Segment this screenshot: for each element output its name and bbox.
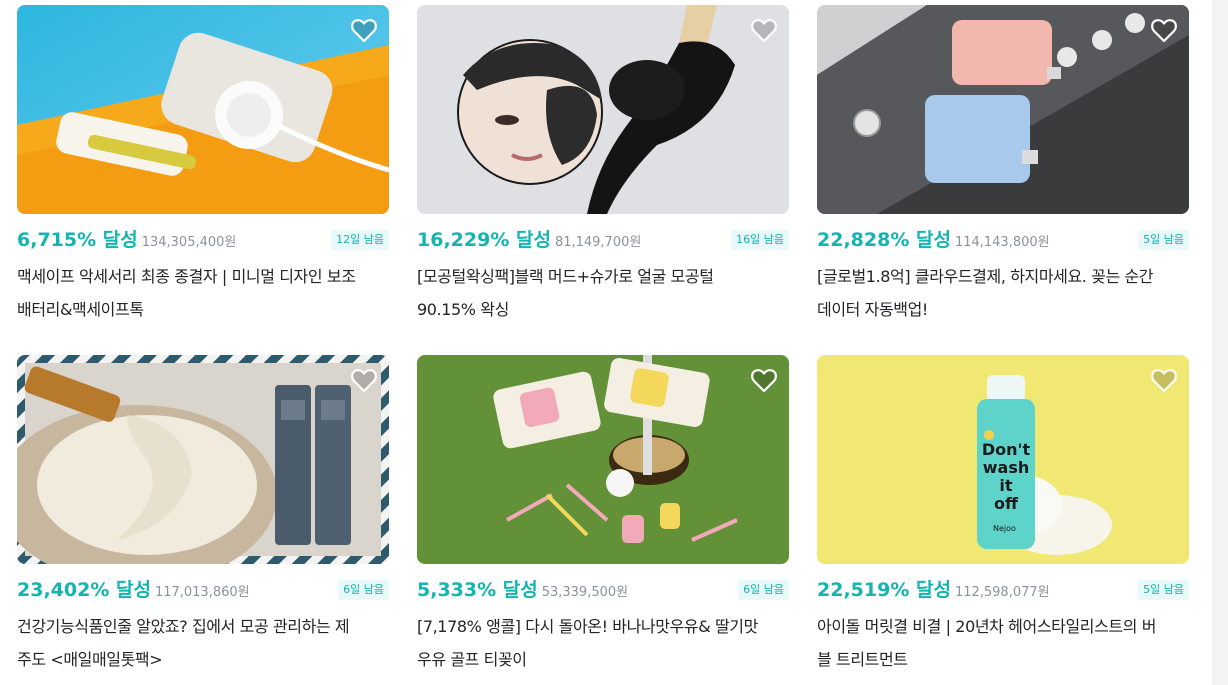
project-title-line: [글로벌1.8억] 클라우드결제, 하지마세요. 꽂는 순간	[817, 267, 1154, 286]
project-title-line: 우유 골프 티꽂이	[417, 650, 527, 669]
project-title-line: 아이돌 머릿결 비결 | 20년차 헤어스타일리스트의 버	[817, 617, 1157, 636]
product-label-text: off	[994, 494, 1019, 513]
project-card[interactable]: 16,229% 달성 81,149,700원 16일 남음 [모공털왁싱팩]블랙…	[417, 5, 789, 335]
project-card[interactable]: Don't wash it off Nejoo 22,519% 달성 112,5…	[817, 355, 1189, 685]
project-title-line: 맥세이프 악세서리 최종 종결자 | 미니멀 디자인 보조	[17, 267, 356, 286]
project-stats: 5,333% 달성 53,339,500원 6일 남음	[417, 576, 789, 604]
seaweed-pack-image	[17, 355, 389, 564]
heart-icon[interactable]	[349, 365, 379, 395]
project-stats: 22,828% 달성 114,143,800원 5일 남음	[817, 226, 1189, 254]
project-thumbnail[interactable]	[417, 5, 789, 214]
project-card[interactable]: 5,333% 달성 53,339,500원 6일 남음 [7,178% 앵콜] …	[417, 355, 789, 685]
achievement-rate: 23,402% 달성	[17, 579, 151, 601]
photofast-usb-image	[817, 5, 1189, 214]
funded-amount: 134,305,400원	[141, 235, 237, 250]
days-left-badge: 6일 남음	[738, 580, 789, 600]
achievement-rate: 6,715% 달성	[17, 229, 138, 251]
project-thumbnail[interactable]	[17, 355, 389, 564]
days-left-badge: 5일 남음	[1138, 580, 1189, 600]
dont-wash-it-off-image: Don't wash it off Nejoo	[817, 355, 1189, 564]
funded-amount: 53,339,500원	[541, 585, 629, 600]
funded-amount: 117,013,860원	[154, 585, 250, 600]
project-title-line: 90.15% 왁싱	[417, 300, 509, 319]
project-title[interactable]: 아이돌 머릿결 비결 | 20년차 헤어스타일리스트의 버 블 트리트먼트	[817, 610, 1189, 676]
project-stats: 16,229% 달성 81,149,700원 16일 남음	[417, 226, 789, 254]
funded-amount: 114,143,800원	[954, 235, 1050, 250]
golf-tee-image	[417, 355, 789, 564]
funded-amount: 81,149,700원	[554, 235, 642, 250]
project-title[interactable]: 맥세이프 악세서리 최종 종결자 | 미니멀 디자인 보조 배터리&맥세이프톡	[17, 260, 389, 326]
heart-icon[interactable]	[1149, 365, 1179, 395]
project-title[interactable]: [모공털왁싱팩]블랙 머드+슈가로 얼굴 모공털 90.15% 왁싱	[417, 260, 789, 326]
page-scrollbar-track	[1212, 0, 1228, 685]
product-label-text: Don't	[982, 440, 1031, 459]
days-left-badge: 5일 남음	[1138, 230, 1189, 250]
product-label-text: it	[999, 476, 1012, 495]
project-title-line: 건강기능식품인줄 알았죠? 집에서 모공 관리하는 제	[17, 617, 350, 636]
project-stats: 6,715% 달성 134,305,400원 12일 남음	[17, 226, 389, 254]
achievement-rate: 5,333% 달성	[417, 579, 538, 601]
achievement-rate: 22,828% 달성	[817, 229, 951, 251]
project-title-line: [모공털왁싱팩]블랙 머드+슈가로 얼굴 모공털	[417, 267, 714, 286]
project-card[interactable]: 23,402% 달성 117,013,860원 6일 남음 건강기능식품인줄 알…	[17, 355, 389, 685]
battery-magsafe-image	[17, 5, 389, 214]
project-thumbnail[interactable]	[817, 5, 1189, 214]
days-left-badge: 6일 남음	[338, 580, 389, 600]
project-stats: 23,402% 달성 117,013,860원 6일 남음	[17, 576, 389, 604]
product-label-text: wash	[983, 458, 1030, 477]
days-left-badge: 12일 남음	[331, 230, 389, 250]
project-title[interactable]: 건강기능식품인줄 알았죠? 집에서 모공 관리하는 제 주도 <매일매일톳팩>	[17, 610, 389, 676]
project-title-line: 배터리&맥세이프톡	[17, 300, 144, 319]
project-thumbnail[interactable]	[417, 355, 789, 564]
project-title-line: [7,178% 앵콜] 다시 돌아온! 바나나맛우유& 딸기맛	[417, 617, 758, 636]
project-title-line: 데이터 자동백업!	[817, 300, 928, 319]
project-title[interactable]: [글로벌1.8억] 클라우드결제, 하지마세요. 꽂는 순간 데이터 자동백업!	[817, 260, 1189, 326]
black-mud-wax-image	[417, 5, 789, 214]
project-title[interactable]: [7,178% 앵콜] 다시 돌아온! 바나나맛우유& 딸기맛 우유 골프 티꽂…	[417, 610, 789, 676]
project-thumbnail[interactable]	[17, 5, 389, 214]
funded-amount: 112,598,077원	[954, 585, 1050, 600]
project-title-line: 주도 <매일매일톳팩>	[17, 650, 163, 669]
project-stats: 22,519% 달성 112,598,077원 5일 남음	[817, 576, 1189, 604]
days-left-badge: 16일 남음	[731, 230, 789, 250]
project-thumbnail[interactable]: Don't wash it off Nejoo	[817, 355, 1189, 564]
heart-icon[interactable]	[349, 15, 379, 45]
product-brand-text: Nejoo	[993, 524, 1016, 533]
heart-icon[interactable]	[1149, 15, 1179, 45]
achievement-rate: 22,519% 달성	[817, 579, 951, 601]
heart-icon[interactable]	[749, 365, 779, 395]
project-card[interactable]: 22,828% 달성 114,143,800원 5일 남음 [글로벌1.8억] …	[817, 5, 1189, 335]
achievement-rate: 16,229% 달성	[417, 229, 551, 251]
heart-icon[interactable]	[749, 15, 779, 45]
project-card[interactable]: 6,715% 달성 134,305,400원 12일 남음 맥세이프 악세서리 …	[17, 5, 389, 335]
project-title-line: 블 트리트먼트	[817, 650, 908, 669]
